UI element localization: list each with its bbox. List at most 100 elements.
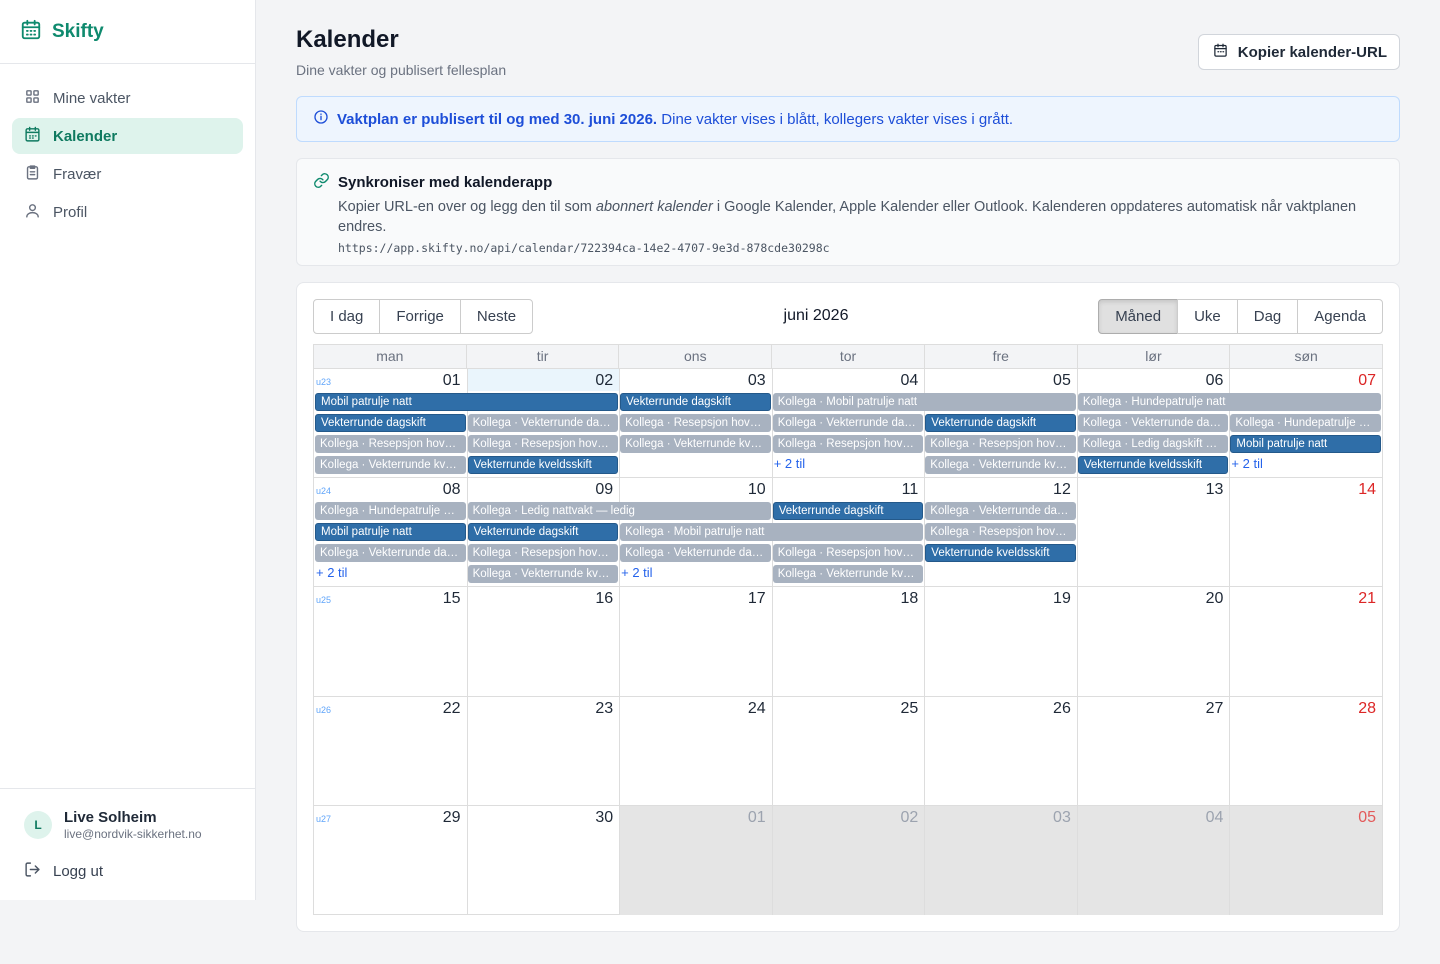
colleague-shift-event[interactable]: Kollega · Vekterrunde dagskift <box>1077 414 1229 432</box>
day-number[interactable]: 18 <box>900 590 918 608</box>
day-number[interactable]: 09 <box>595 481 613 499</box>
colleague-shift-event[interactable]: Kollega · Resepsjon hovedkontor <box>620 414 771 432</box>
copy-calendar-url-button[interactable]: Kopier kalender-URL <box>1197 34 1400 70</box>
day-number[interactable]: 29 <box>443 809 461 827</box>
day-number[interactable]: 19 <box>1053 590 1071 608</box>
colleague-shift-event[interactable]: Kollega · Vekterrunde dagskift <box>772 414 924 432</box>
colleague-shift-event[interactable]: Kollega · Ledig nattvakt — ledig <box>467 502 771 521</box>
view-day-button[interactable]: Dag <box>1236 299 1299 334</box>
day-number[interactable]: 16 <box>595 590 613 608</box>
view-week-button[interactable]: Uke <box>1177 299 1238 334</box>
nav-item-mine-vakter[interactable]: Mine vakter <box>12 80 243 116</box>
day-cell[interactable]: 30 <box>466 805 620 915</box>
day-cell[interactable]: 28 <box>1229 696 1382 805</box>
own-shift-event[interactable]: Vekterrunde kveldsskift <box>1077 456 1229 474</box>
colleague-shift-event[interactable]: Kollega · Vekterrunde kveldsskift <box>925 456 1076 474</box>
day-number[interactable]: 23 <box>595 700 613 718</box>
day-number[interactable]: 12 <box>1053 481 1071 499</box>
colleague-shift-event[interactable]: Kollega · Vekterrunde dagskift <box>467 414 619 432</box>
day-number[interactable]: 20 <box>1206 590 1224 608</box>
own-shift-event[interactable]: Vekterrunde dagskift <box>620 393 771 411</box>
day-cell[interactable]: 04 <box>1076 805 1230 915</box>
colleague-shift-event[interactable]: Kollega · Vekterrunde dagskift <box>620 544 771 563</box>
colleague-shift-event[interactable]: Kollega · Resepsjon hovedkontor <box>467 544 619 563</box>
day-cell[interactable]: 05 <box>1229 805 1382 915</box>
day-cell[interactable]: 27 <box>1076 696 1230 805</box>
day-number[interactable]: 26 <box>1053 700 1071 718</box>
colleague-shift-event[interactable]: Kollega · Resepsjon hovedkontor <box>315 435 466 453</box>
view-agenda-button[interactable]: Agenda <box>1297 299 1383 334</box>
day-number[interactable]: 22 <box>443 700 461 718</box>
day-number[interactable]: 02 <box>595 372 613 390</box>
day-number[interactable]: 03 <box>748 372 766 390</box>
colleague-shift-event[interactable]: Kollega · Vekterrunde dagskift <box>315 544 466 563</box>
colleague-shift-event[interactable]: Kollega · Vekterrunde kveldsskift <box>620 435 771 453</box>
colleague-shift-event[interactable]: Kollega · Hundepatrulje natt <box>315 502 466 521</box>
colleague-shift-event[interactable]: Kollega · Resepsjon hovedkontor <box>772 544 924 563</box>
day-number[interactable]: 30 <box>595 809 613 827</box>
nav-item-fravær[interactable]: Fravær <box>12 156 243 192</box>
day-number[interactable]: 07 <box>1358 372 1376 390</box>
colleague-shift-event[interactable]: Kollega · Mobil patrulje natt <box>772 393 1076 411</box>
show-more-link[interactable]: + 2 til <box>621 565 652 580</box>
day-number[interactable]: 21 <box>1358 590 1376 608</box>
day-number[interactable]: 15 <box>443 590 461 608</box>
day-number[interactable]: 11 <box>902 481 919 499</box>
day-cell[interactable]: 18 <box>771 587 925 696</box>
day-cell[interactable]: 16 <box>466 587 620 696</box>
day-number[interactable]: 28 <box>1358 700 1376 718</box>
colleague-shift-event[interactable]: Kollega · Vekterrunde kveldsskift <box>315 456 466 474</box>
colleague-shift-event[interactable]: Kollega · Resepsjon hovedkontor <box>925 523 1076 542</box>
day-cell[interactable]: 23 <box>466 696 620 805</box>
calendar-url[interactable]: https://app.skifty.no/api/calendar/72239… <box>338 241 1383 255</box>
day-cell[interactable]: 14 <box>1229 478 1382 587</box>
day-number[interactable]: 08 <box>443 481 461 499</box>
day-number[interactable]: 10 <box>748 481 766 499</box>
day-cell[interactable]: 24 <box>619 696 772 805</box>
colleague-shift-event[interactable]: Kollega · Resepsjon hovedkontor <box>925 435 1076 453</box>
day-number[interactable]: 01 <box>443 372 461 390</box>
colleague-shift-event[interactable]: Kollega · Ledig dagskift — ledig <box>1077 435 1229 453</box>
own-shift-event[interactable]: Vekterrunde dagskift <box>772 502 924 521</box>
day-cell[interactable]: 22 u26 <box>314 697 467 805</box>
nav-item-kalender[interactable]: Kalender <box>12 118 243 154</box>
own-shift-event[interactable]: Mobil patrulje natt <box>315 393 619 411</box>
day-cell[interactable]: 02 <box>771 805 925 915</box>
day-cell[interactable]: 29 u27 <box>314 806 467 915</box>
own-shift-event[interactable]: Mobil patrulje natt <box>315 523 466 542</box>
day-cell[interactable]: 19 <box>924 587 1077 696</box>
day-cell[interactable]: 13 <box>1076 478 1230 587</box>
colleague-shift-event[interactable]: Kollega · Vekterrunde kveldsskift <box>467 565 619 584</box>
own-shift-event[interactable]: Vekterrunde dagskift <box>925 414 1076 432</box>
show-more-link[interactable]: + 2 til <box>1231 456 1262 471</box>
own-shift-event[interactable]: Vekterrunde kveldsskift <box>467 456 619 474</box>
colleague-shift-event[interactable]: Kollega · Vekterrunde dagskift <box>925 502 1076 521</box>
day-number[interactable]: 03 <box>1053 809 1071 827</box>
logout-button[interactable]: Logg ut <box>24 861 231 882</box>
day-cell[interactable]: 25 <box>771 696 925 805</box>
day-number[interactable]: 04 <box>900 372 918 390</box>
day-cell[interactable]: 15 u25 <box>314 587 467 695</box>
day-number[interactable]: 02 <box>900 809 918 827</box>
day-number[interactable]: 24 <box>748 700 766 718</box>
colleague-shift-event[interactable]: Kollega · Hundepatrulje natt <box>1077 393 1381 411</box>
day-number[interactable]: 04 <box>1206 809 1224 827</box>
own-shift-event[interactable]: Vekterrunde dagskift <box>315 414 466 432</box>
own-shift-event[interactable]: Mobil patrulje natt <box>1230 435 1381 453</box>
day-cell[interactable]: 17 <box>619 587 772 696</box>
day-cell[interactable]: 01 <box>619 805 772 915</box>
colleague-shift-event[interactable]: Kollega · Vekterrunde kveldsskift <box>772 565 924 584</box>
show-more-link[interactable]: + 2 til <box>316 565 347 580</box>
view-month-button[interactable]: Måned <box>1098 299 1179 334</box>
own-shift-event[interactable]: Vekterrunde dagskift <box>467 523 619 542</box>
day-number[interactable]: 05 <box>1358 809 1376 827</box>
day-number[interactable]: 25 <box>900 700 918 718</box>
colleague-shift-event[interactable]: Kollega · Resepsjon hovedkontor <box>467 435 619 453</box>
day-number[interactable]: 17 <box>748 590 766 608</box>
colleague-shift-event[interactable]: Kollega · Mobil patrulje natt <box>620 523 924 542</box>
show-more-link[interactable]: + 2 til <box>774 456 805 471</box>
colleague-shift-event[interactable]: Kollega · Resepsjon hovedkontor <box>772 435 924 453</box>
day-number[interactable]: 14 <box>1358 481 1376 499</box>
day-number[interactable]: 05 <box>1053 372 1071 390</box>
day-cell[interactable]: 21 <box>1229 587 1382 696</box>
